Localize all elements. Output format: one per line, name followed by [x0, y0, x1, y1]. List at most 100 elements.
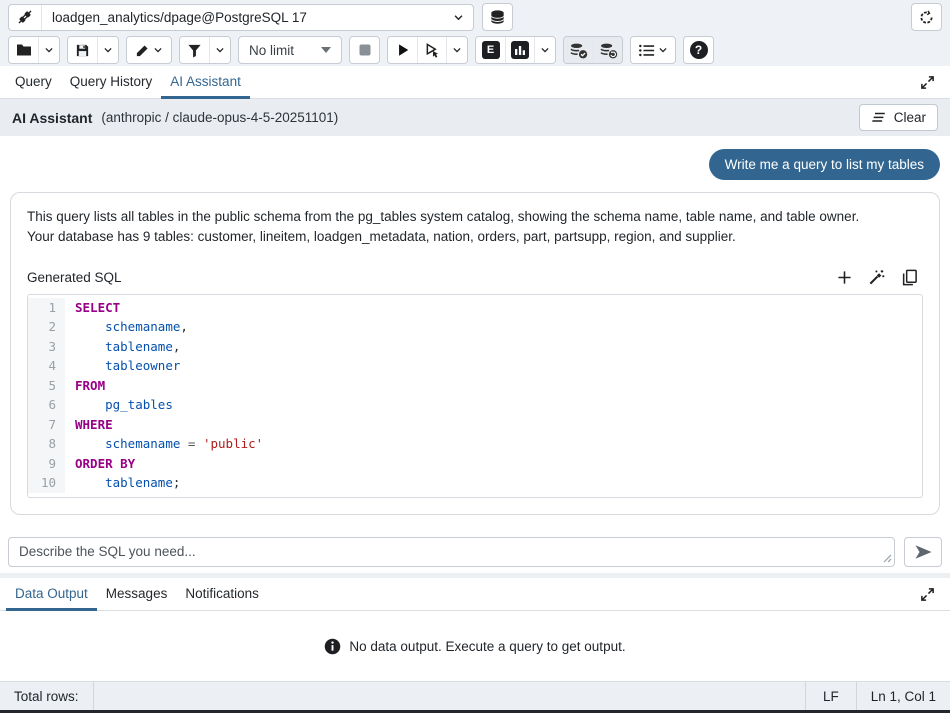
ai-response-text: This query lists all tables in the publi…: [27, 207, 867, 248]
copy-sql-button[interactable]: [901, 269, 918, 286]
row-limit-value: No limit: [249, 43, 294, 58]
query-toolbar: No limit E ?: [0, 34, 950, 66]
open-file-group: [8, 36, 60, 64]
insert-sql-button[interactable]: [837, 269, 852, 286]
rollback-button[interactable]: [593, 37, 622, 63]
sql-code-text[interactable]: WHERE: [65, 415, 113, 435]
sql-code-line: 7WHERE: [28, 415, 922, 435]
open-file-menu-button[interactable]: [38, 37, 59, 63]
row-limit-select[interactable]: No limit: [238, 36, 342, 64]
sql-code-text[interactable]: tablename,: [65, 337, 180, 357]
tab-ai-assistant[interactable]: AI Assistant: [161, 66, 250, 99]
status-bar: Total rows: LF Ln 1, Col 1: [0, 681, 950, 710]
tab-query[interactable]: Query: [6, 66, 61, 99]
explain-analyze-chart-icon: [511, 41, 529, 59]
sql-code-text[interactable]: pg_tables: [65, 395, 173, 415]
explain-analyze-button[interactable]: [505, 37, 534, 63]
save-button[interactable]: [68, 37, 97, 63]
list-icon: [639, 44, 655, 57]
connection-selector[interactable]: loadgen_analytics/dpage@PostgreSQL 17: [8, 4, 474, 31]
sql-code-text[interactable]: schemaname,: [65, 317, 188, 337]
sql-code-line: 4 tableowner: [28, 356, 922, 376]
sql-code-text[interactable]: schemaname = 'public': [65, 434, 263, 454]
generated-sql-code-block: 1SELECT2 schemaname,3 tablename,4 tableo…: [27, 294, 923, 498]
chevron-down-icon: [452, 45, 462, 55]
save-group: [67, 36, 119, 64]
new-connection-button[interactable]: [482, 3, 513, 31]
tab-messages[interactable]: Messages: [97, 578, 177, 611]
line-number: 3: [28, 337, 65, 357]
sql-code-line: 8 schemaname = 'public': [28, 434, 922, 454]
rollback-icon: [599, 42, 618, 59]
sql-code-line: 9ORDER BY: [28, 454, 922, 474]
line-number: 9: [28, 454, 65, 474]
open-file-button[interactable]: [9, 37, 38, 63]
edit-button[interactable]: [127, 37, 171, 63]
sql-code-text[interactable]: tableowner: [65, 356, 180, 376]
sql-code-line: 3 tablename,: [28, 337, 922, 357]
commit-button[interactable]: [564, 37, 593, 63]
sql-code-text[interactable]: FROM: [65, 376, 105, 396]
filter-icon: [187, 43, 202, 58]
macros-group: [630, 36, 676, 64]
execute-query-button[interactable]: [388, 37, 417, 63]
chevron-down-icon: [540, 45, 550, 55]
help-button[interactable]: ?: [684, 37, 713, 63]
sql-prompt-input[interactable]: [8, 537, 895, 567]
macros-button[interactable]: [631, 37, 675, 63]
ai-assistant-title: AI Assistant: [12, 110, 92, 126]
output-empty-state: No data output. Execute a query to get o…: [0, 611, 950, 681]
explain-group: E: [475, 36, 556, 64]
expand-editor-button[interactable]: [911, 71, 944, 94]
line-number: 8: [28, 434, 65, 454]
generated-sql-row: Generated SQL: [27, 269, 923, 286]
dropdown-arrow-icon: [321, 47, 331, 53]
line-number: 7: [28, 415, 65, 435]
prompt-row: [0, 531, 950, 573]
prompt-input-wrap: [8, 537, 895, 567]
reset-layout-button[interactable]: [911, 3, 942, 31]
sql-code-line: 6 pg_tables: [28, 395, 922, 415]
refine-sql-button[interactable]: [868, 269, 885, 286]
sql-code-text[interactable]: ORDER BY: [65, 454, 135, 474]
output-empty-message: No data output. Execute a query to get o…: [349, 639, 625, 654]
chevron-down-icon: [103, 45, 113, 55]
expand-icon: [920, 587, 935, 602]
save-menu-button[interactable]: [97, 37, 118, 63]
output-panel-tabs: Data Output Messages Notifications: [0, 578, 950, 611]
filter-menu-button[interactable]: [209, 37, 230, 63]
sql-code-text[interactable]: SELECT: [65, 298, 120, 318]
connection-plug-icon: [9, 5, 42, 30]
clear-chat-button[interactable]: Clear: [859, 104, 938, 131]
tab-data-output[interactable]: Data Output: [6, 578, 97, 611]
explain-button[interactable]: E: [476, 37, 505, 63]
explain-menu-button[interactable]: [534, 37, 555, 63]
execute-group: [387, 36, 468, 64]
chevron-down-icon: [153, 45, 163, 55]
send-prompt-button[interactable]: [904, 537, 942, 567]
refresh-icon: [919, 10, 934, 25]
filter-button[interactable]: [180, 37, 209, 63]
execute-script-button[interactable]: [417, 37, 446, 63]
folder-icon: [16, 43, 32, 57]
stop-button[interactable]: [350, 37, 379, 63]
execute-menu-button[interactable]: [446, 37, 467, 63]
explain-icon: E: [482, 41, 500, 59]
tab-query-history[interactable]: Query History: [61, 66, 162, 99]
database-icon: [489, 9, 506, 26]
play-icon: [396, 43, 410, 57]
sql-code-line: 1SELECT: [28, 298, 922, 318]
plus-icon: [837, 270, 852, 285]
commit-icon: [569, 42, 588, 59]
sql-code-text[interactable]: tablename;: [65, 473, 180, 493]
generated-sql-label: Generated SQL: [27, 270, 122, 285]
connection-row: loadgen_analytics/dpage@PostgreSQL 17: [0, 0, 950, 34]
user-message-bubble: Write me a query to list my tables: [709, 149, 940, 180]
chevron-down-icon: [215, 45, 225, 55]
eol-indicator[interactable]: LF: [805, 682, 856, 710]
chevron-down-icon: [453, 12, 473, 23]
tab-notifications[interactable]: Notifications: [176, 578, 268, 611]
connection-label: loadgen_analytics/dpage@PostgreSQL 17: [42, 10, 453, 25]
query-tool-window: loadgen_analytics/dpage@PostgreSQL 17: [0, 0, 950, 713]
expand-output-button[interactable]: [911, 583, 944, 606]
